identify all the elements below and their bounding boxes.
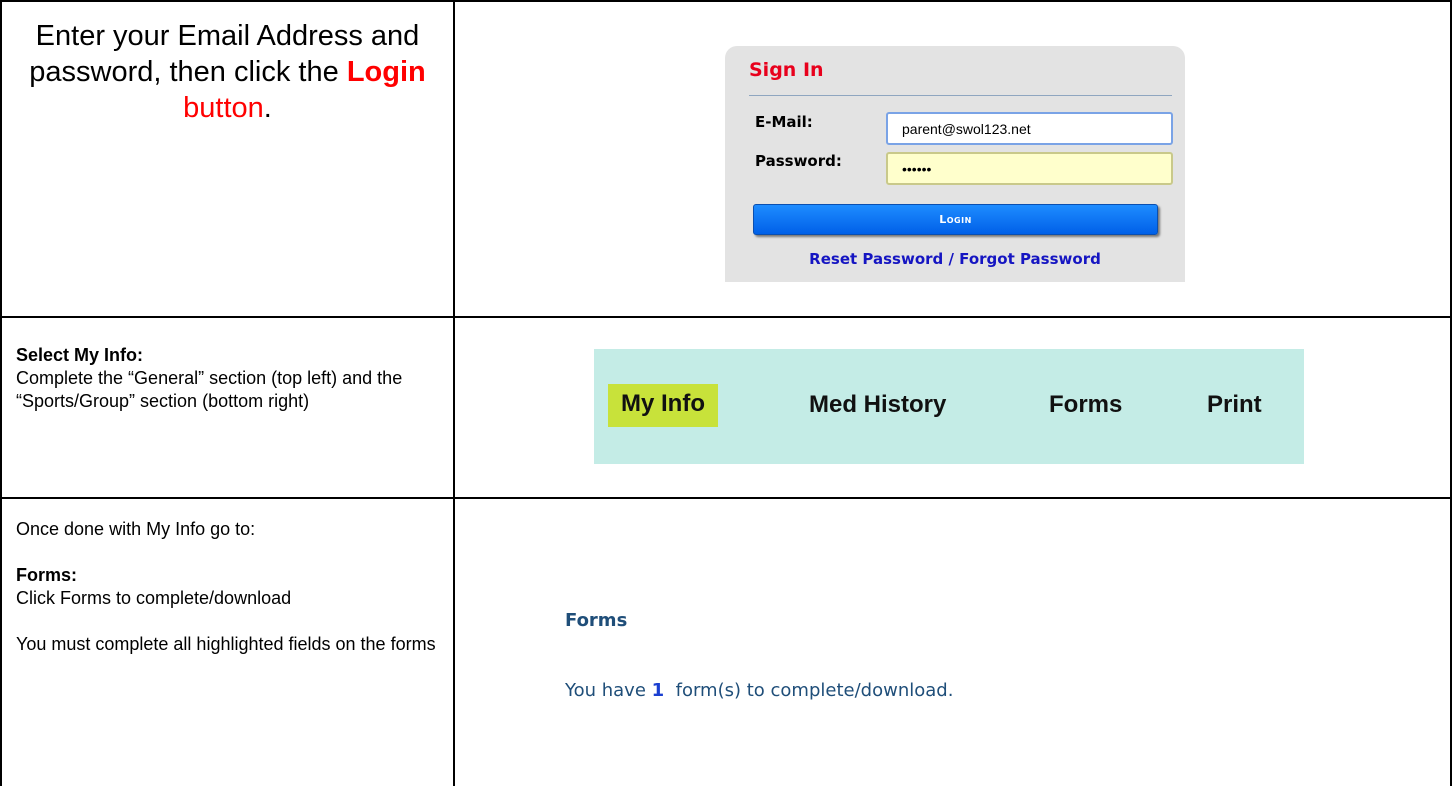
signin-panel: Sign In E-Mail: Password: Login Reset Pa… [725,46,1185,282]
password-field[interactable] [886,152,1173,185]
nav-my-info[interactable]: My Info [608,384,718,427]
forms-msg-prefix: You have [565,680,652,701]
forms-count: 1 [651,680,665,701]
email-field[interactable] [886,112,1173,145]
nav-forms[interactable]: Forms [1049,391,1122,419]
my-info-instructions: Select My Info: Complete the “General” s… [16,344,446,413]
table-border-top [0,0,1452,2]
forms-msg-suffix: form(s) to complete/download. [664,680,954,701]
login-button[interactable]: Login [753,204,1158,235]
forms-panel-title: Forms [565,610,628,631]
forms-heading: Forms: [16,565,78,585]
email-label: E-Mail: [755,113,813,131]
forms-status-message: You have 1 form(s) to complete/download. [565,680,953,701]
password-label: Password: [755,152,842,170]
table-row-divider [0,316,1452,318]
instruction-login-word: Login [346,56,426,88]
table-row-divider [0,497,1452,499]
login-instructions: Enter your Email Address and password, t… [2,18,453,126]
nav-print[interactable]: Print [1207,391,1262,419]
forms-intro-text: Once done with My Info go to: [16,519,256,539]
instruction-period: . [263,92,272,124]
forms-instructions: Once done with My Info go to: Forms: Cli… [16,518,446,656]
signin-title: Sign In [749,59,824,81]
nav-med-history[interactable]: Med History [809,391,946,419]
reset-password-link[interactable]: Reset Password / Forgot Password [725,250,1185,268]
nav-bar: My Info Med History Forms Print [594,349,1304,464]
forms-body-2: You must complete all highlighted fields… [16,634,436,654]
my-info-heading: Select My Info: [16,345,144,365]
table-column-divider [453,0,455,786]
signin-divider [749,95,1172,96]
forms-body-1: Click Forms to complete/download [16,588,292,608]
my-info-body: Complete the “General” section (top left… [16,368,403,411]
instruction-button-word: button [183,92,264,124]
